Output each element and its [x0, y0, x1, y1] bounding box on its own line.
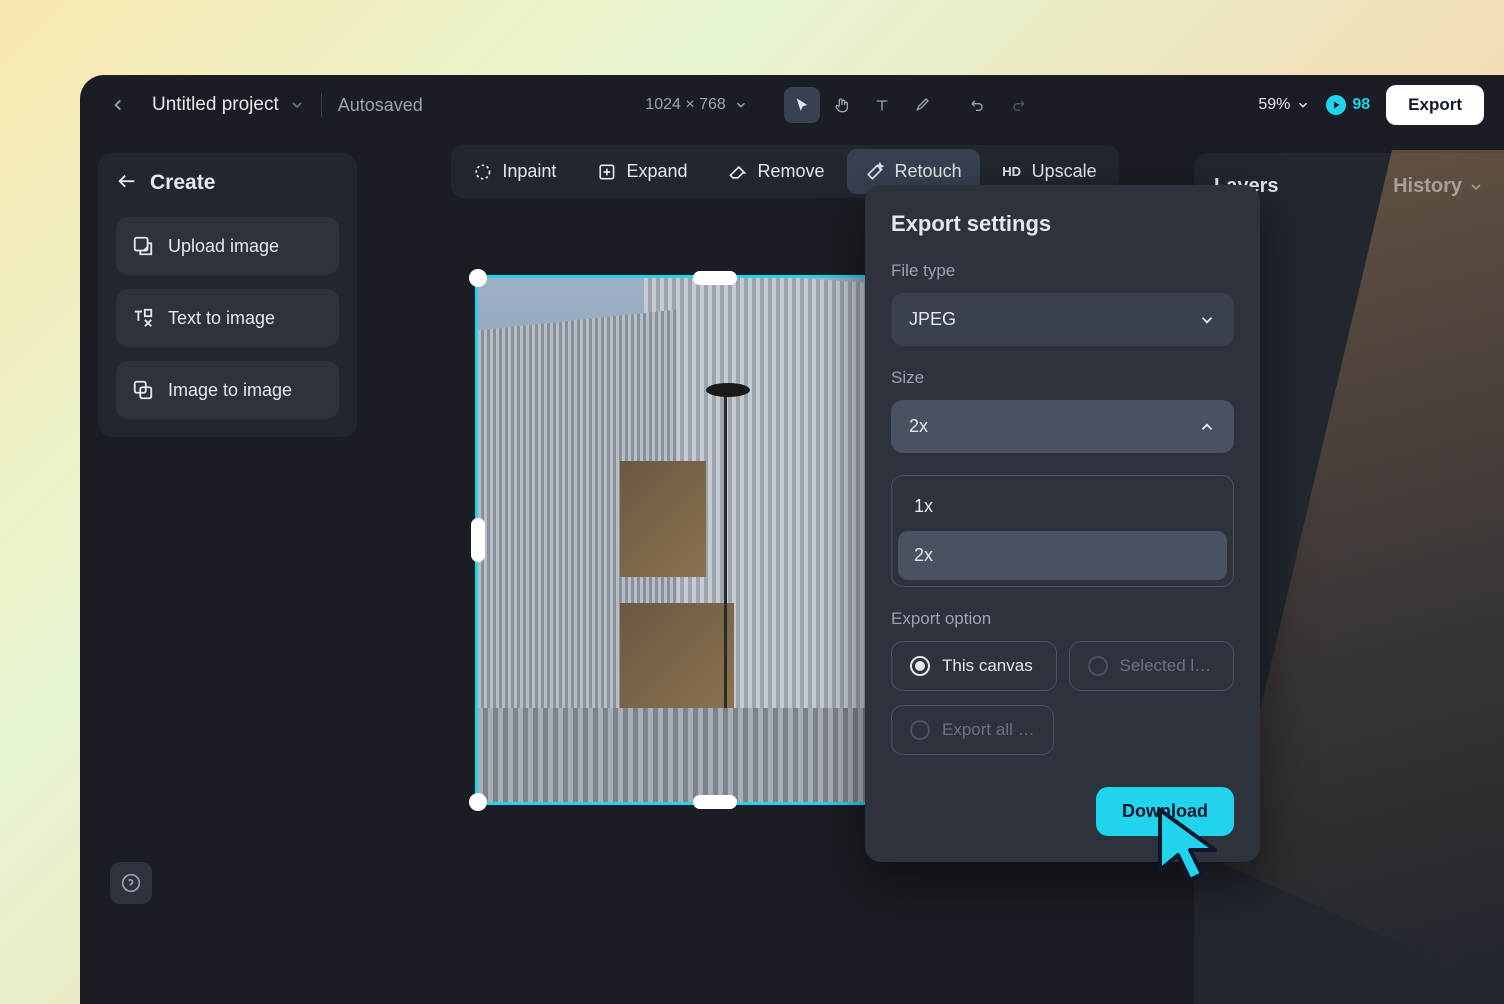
export-popup-title: Export settings	[891, 211, 1234, 237]
sidebar-item-text-to-image[interactable]: Text to image	[116, 289, 339, 347]
cursor-pointer-illustration	[1150, 800, 1230, 890]
credits-display[interactable]: 98	[1326, 95, 1370, 115]
hand-icon	[834, 97, 850, 113]
undo-icon	[970, 97, 986, 113]
export-button[interactable]: Export	[1386, 85, 1484, 125]
chevron-down-icon	[1198, 311, 1216, 329]
undo-button[interactable]	[960, 87, 996, 123]
help-button[interactable]	[110, 862, 152, 904]
ctx-remove[interactable]: Remove	[710, 149, 843, 194]
app-window: Untitled project Autosaved 1024 × 768	[80, 75, 1504, 1004]
create-title: Create	[150, 171, 215, 195]
chevron-down-icon	[1296, 98, 1310, 112]
radio-icon	[1088, 656, 1108, 676]
expand-icon	[596, 162, 616, 182]
select-tool[interactable]	[784, 87, 820, 123]
size-label: Size	[891, 368, 1234, 388]
project-name-dropdown[interactable]: Untitled project	[152, 94, 305, 116]
back-button[interactable]	[100, 87, 136, 123]
zoom-dropdown[interactable]: 59%	[1258, 96, 1310, 114]
size-value: 2x	[909, 416, 928, 437]
text-icon	[874, 97, 890, 113]
ctx-inpaint[interactable]: Inpaint	[454, 149, 574, 194]
canvas-size-dropdown[interactable]: 1024 × 768	[645, 96, 748, 114]
brush-icon	[914, 97, 930, 113]
size-select[interactable]: 2x	[891, 400, 1234, 453]
radio-icon	[910, 656, 930, 676]
question-icon	[121, 873, 141, 893]
chevron-left-icon	[109, 96, 127, 114]
eraser-icon	[728, 162, 748, 182]
size-option-2x[interactable]: 2x	[898, 531, 1227, 580]
export-option-selected[interactable]: Selected l…	[1069, 641, 1235, 691]
sidebar-item-label: Upload image	[168, 236, 279, 257]
wand-icon	[865, 162, 885, 182]
sidebar-item-label: Image to image	[168, 380, 292, 401]
redo-button[interactable]	[1000, 87, 1036, 123]
upload-icon	[132, 235, 154, 257]
back-arrow-icon	[116, 172, 138, 194]
text-image-icon	[132, 307, 154, 329]
hd-icon: HD	[1002, 162, 1022, 182]
resize-handle-bottom[interactable]	[693, 795, 737, 809]
radio-icon	[910, 720, 930, 740]
brush-tool[interactable]	[904, 87, 940, 123]
chevron-down-icon	[734, 98, 748, 112]
resize-handle-bl[interactable]	[469, 793, 487, 811]
chevron-down-icon	[1468, 179, 1484, 195]
export-option-export-all[interactable]: Export all …	[891, 705, 1054, 755]
sidebar-item-upload-image[interactable]: Upload image	[116, 217, 339, 275]
sidebar-item-image-to-image[interactable]: Image to image	[116, 361, 339, 419]
redo-icon	[1010, 97, 1026, 113]
file-type-label: File type	[891, 261, 1234, 281]
autosave-status: Autosaved	[338, 95, 423, 116]
topbar: Untitled project Autosaved 1024 × 768	[80, 75, 1504, 135]
file-type-select[interactable]: JPEG	[891, 293, 1234, 346]
ctx-expand[interactable]: Expand	[578, 149, 705, 194]
chevron-up-icon	[1198, 418, 1216, 436]
resize-handle-tl[interactable]	[469, 269, 487, 287]
export-option-this-canvas[interactable]: This canvas	[891, 641, 1057, 691]
credit-icon	[1326, 95, 1346, 115]
file-type-value: JPEG	[909, 309, 956, 330]
export-option-label: Export option	[891, 609, 1234, 629]
project-name-text: Untitled project	[152, 94, 279, 116]
create-panel-header[interactable]: Create	[116, 171, 339, 195]
inpaint-icon	[472, 162, 492, 182]
size-dropdown-list: 1x 2x	[891, 475, 1234, 587]
export-settings-popup: Export settings File type JPEG Size 2x 1…	[865, 185, 1260, 862]
resize-handle-left[interactable]	[471, 518, 485, 562]
credit-count: 98	[1352, 96, 1370, 114]
tab-history[interactable]: History	[1393, 175, 1484, 198]
text-tool[interactable]	[864, 87, 900, 123]
size-option-1x[interactable]: 1x	[898, 482, 1227, 531]
divider	[321, 93, 322, 117]
hand-tool[interactable]	[824, 87, 860, 123]
image-image-icon	[132, 379, 154, 401]
resize-handle-top[interactable]	[693, 271, 737, 285]
zoom-value: 59%	[1258, 96, 1290, 114]
canvas-area[interactable]: Inpaint Expand Remove Retouch HD Upscale	[375, 135, 1194, 1004]
tool-group	[784, 87, 1036, 123]
create-panel: Create Upload image Text to image Image …	[98, 153, 357, 437]
chevron-down-icon	[289, 97, 305, 113]
sidebar-item-label: Text to image	[168, 308, 275, 329]
cursor-icon	[794, 97, 810, 113]
canvas-size-text: 1024 × 768	[645, 96, 726, 114]
